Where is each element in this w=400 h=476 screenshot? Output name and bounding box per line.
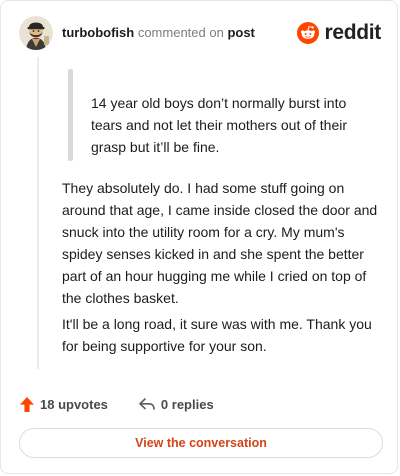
thread-line: [37, 57, 39, 369]
view-conversation-button[interactable]: View the conversation: [19, 428, 383, 458]
avatar[interactable]: [19, 16, 53, 50]
action-text: commented on: [134, 25, 228, 40]
reddit-wordmark: reddit: [324, 21, 381, 44]
upvotes[interactable]: 18 upvotes: [19, 396, 108, 413]
upvote-arrow-icon: [20, 396, 34, 412]
comment-meta: turbobofish commented on post: [62, 25, 255, 41]
reply-icon: [139, 398, 155, 410]
comment-header: turbobofish commented on post reddit: [19, 15, 381, 51]
username-link[interactable]: turbobofish: [62, 25, 134, 40]
replies[interactable]: 0 replies: [138, 396, 214, 412]
replies-label: 0 replies: [160, 396, 214, 412]
reddit-logo[interactable]: reddit: [297, 21, 381, 45]
avatar-image: [19, 16, 53, 50]
comment-footer: 18 upvotes 0 replies: [19, 393, 214, 415]
quote-bar: [68, 69, 73, 161]
embedded-comment-card: turbobofish commented on post reddit 14 …: [0, 0, 398, 474]
comment-paragraph-1: They absolutely do. I had some stuff goi…: [62, 180, 378, 306]
post-link[interactable]: post: [227, 25, 254, 40]
reddit-snoo-icon: [297, 22, 320, 44]
upvotes-label: 18 upvotes: [40, 396, 108, 412]
comment-paragraph-2: It'll be a long road, it sure was with m…: [62, 316, 372, 354]
quote-text: 14 year old boys don’t normally burst in…: [91, 95, 348, 155]
